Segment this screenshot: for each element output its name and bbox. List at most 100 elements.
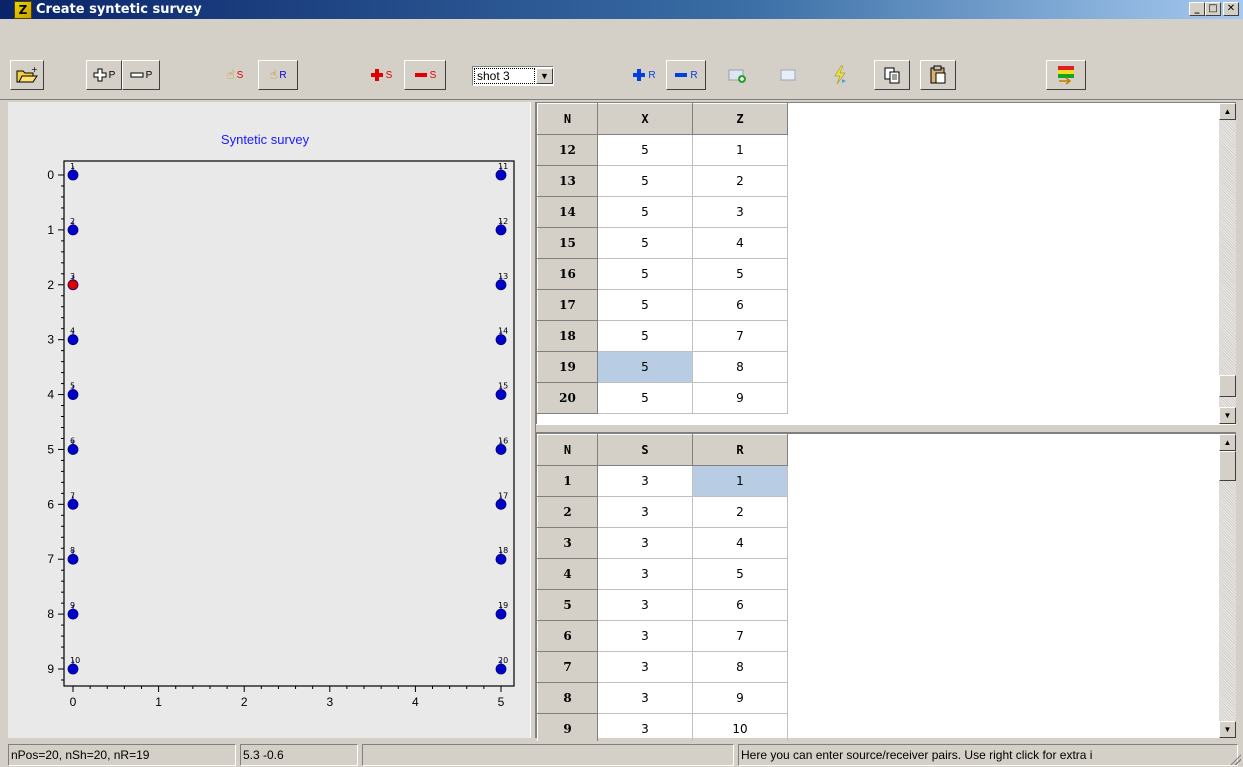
scroll-down-icon[interactable]: ▼	[1219, 407, 1236, 424]
add-pair-button[interactable]	[718, 60, 756, 90]
row-header[interactable]: 9	[537, 713, 598, 745]
row-header[interactable]: 4	[537, 558, 598, 590]
resize-grip-icon[interactable]	[1229, 753, 1241, 765]
row-header[interactable]: 13	[537, 165, 598, 197]
cell-r[interactable]: 5	[692, 558, 788, 590]
survey-point[interactable]	[495, 279, 507, 291]
table-row[interactable]: 3 3 4	[537, 527, 788, 559]
cell-x-selected[interactable]: 5	[597, 351, 693, 383]
column-header-s[interactable]: S	[597, 434, 693, 466]
cell-s[interactable]: 3	[597, 465, 693, 497]
survey-point[interactable]	[495, 389, 507, 400]
scroll-up-icon[interactable]: ▲	[1219, 103, 1236, 120]
survey-point[interactable]	[67, 334, 79, 346]
survey-point[interactable]	[495, 224, 507, 236]
cell-x[interactable]: 5	[597, 382, 693, 414]
survey-point[interactable]	[495, 608, 507, 620]
row-header[interactable]: 2	[537, 496, 598, 528]
row-header[interactable]: 5	[537, 589, 598, 621]
pick-source-button[interactable]: ☝ S	[214, 60, 256, 90]
pairs-table-pane[interactable]: N S R 1 3 1 2 3 2 3 3 4 4 3 5 5 3 6 6 3 …	[536, 433, 1236, 745]
cell-z[interactable]: 6	[692, 289, 788, 321]
cell-z[interactable]: 7	[692, 320, 788, 352]
table-row[interactable]: 16 5 5	[537, 258, 788, 290]
row-header[interactable]: 7	[537, 651, 598, 683]
scroll-thumb[interactable]	[1219, 375, 1236, 397]
cell-r[interactable]: 4	[692, 527, 788, 559]
cell-r[interactable]: 2	[692, 496, 788, 528]
row-header[interactable]: 20	[537, 382, 598, 414]
cell-r[interactable]: 10	[692, 713, 788, 745]
pairs-table[interactable]: N S R 1 3 1 2 3 2 3 3 4 4 3 5 5 3 6 6 3 …	[537, 434, 788, 745]
cell-s[interactable]: 3	[597, 589, 693, 621]
cell-x[interactable]: 5	[597, 165, 693, 197]
table-row[interactable]: 12 5 1	[537, 134, 788, 166]
scroll-down-icon[interactable]: ▼	[1219, 721, 1236, 738]
row-header[interactable]: 6	[537, 620, 598, 652]
positions-table[interactable]: N X Z 12 5 1 13 5 2 14 5 3 15 5 4 16 5 5	[537, 103, 788, 414]
survey-point[interactable]	[495, 334, 507, 346]
pick-receiver-button[interactable]: ☝ R	[258, 60, 298, 90]
cell-s[interactable]: 3	[597, 682, 693, 714]
survey-point[interactable]	[67, 389, 79, 400]
cell-s[interactable]: 3	[597, 620, 693, 652]
table-row[interactable]: 15 5 4	[537, 227, 788, 259]
cell-z[interactable]: 3	[692, 196, 788, 228]
add-position-button[interactable]: P	[86, 60, 122, 90]
cell-z[interactable]: 8	[692, 351, 788, 383]
survey-point[interactable]	[67, 553, 79, 565]
table-row[interactable]: 14 5 3	[537, 196, 788, 228]
cell-x[interactable]: 5	[597, 320, 693, 352]
table-row[interactable]: 18 5 7	[537, 320, 788, 352]
table-row[interactable]: 4 3 5	[537, 558, 788, 590]
column-header-z[interactable]: Z	[692, 103, 788, 135]
scroll-thumb[interactable]	[1219, 451, 1236, 481]
survey-point[interactable]	[495, 663, 507, 675]
plot-pane[interactable]: Syntetic survey 0123456789012345 1234567…	[8, 102, 530, 738]
copy-button[interactable]	[874, 60, 910, 90]
cell-x[interactable]: 5	[597, 227, 693, 259]
remove-receiver-button[interactable]: R	[666, 60, 706, 90]
cell-r[interactable]: 8	[692, 651, 788, 683]
cell-s[interactable]: 3	[597, 527, 693, 559]
scroll-up-icon[interactable]: ▲	[1219, 434, 1236, 451]
cell-x[interactable]: 5	[597, 134, 693, 166]
open-survey-button[interactable]: +	[10, 60, 44, 90]
dropdown-arrow-icon[interactable]: ▼	[536, 68, 553, 84]
cell-r[interactable]: 9	[692, 682, 788, 714]
cell-z[interactable]: 4	[692, 227, 788, 259]
survey-point[interactable]	[67, 169, 79, 181]
cell-z[interactable]: 2	[692, 165, 788, 197]
cell-x[interactable]: 5	[597, 289, 693, 321]
cell-r[interactable]: 7	[692, 620, 788, 652]
table-row[interactable]: 19 5 8	[537, 351, 788, 383]
survey-point[interactable]	[67, 279, 79, 291]
frame-button[interactable]	[770, 60, 806, 90]
survey-point[interactable]	[495, 444, 507, 455]
table-row[interactable]: 13 5 2	[537, 165, 788, 197]
survey-point[interactable]	[67, 608, 79, 620]
cell-z[interactable]: 5	[692, 258, 788, 290]
remove-source-button[interactable]: S	[404, 60, 446, 90]
close-button[interactable]: ✕	[1223, 2, 1239, 16]
row-header[interactable]: 18	[537, 320, 598, 352]
horizontal-splitter[interactable]	[536, 424, 1236, 433]
row-header[interactable]: 17	[537, 289, 598, 321]
row-header[interactable]: 16	[537, 258, 598, 290]
cell-s[interactable]: 3	[597, 558, 693, 590]
survey-point[interactable]	[67, 444, 79, 455]
column-header-r[interactable]: R	[692, 434, 788, 466]
table-row[interactable]: 8 3 9	[537, 682, 788, 714]
cell-x[interactable]: 5	[597, 196, 693, 228]
survey-plot[interactable]: Syntetic survey 01234567890 1 2 3 4 5 1234567…	[8, 102, 530, 738]
row-header[interactable]: 8	[537, 682, 598, 714]
cell-s[interactable]: 3	[597, 713, 693, 745]
minimize-button[interactable]: _	[1189, 2, 1205, 16]
generate-button[interactable]	[822, 60, 858, 90]
column-header-n[interactable]: N	[537, 103, 598, 135]
row-header[interactable]: 3	[537, 527, 598, 559]
maximize-button[interactable]: □	[1205, 2, 1221, 16]
table-row[interactable]: 7 3 8	[537, 651, 788, 683]
cell-z[interactable]: 9	[692, 382, 788, 414]
cell-r-selected[interactable]: 1	[692, 465, 788, 497]
